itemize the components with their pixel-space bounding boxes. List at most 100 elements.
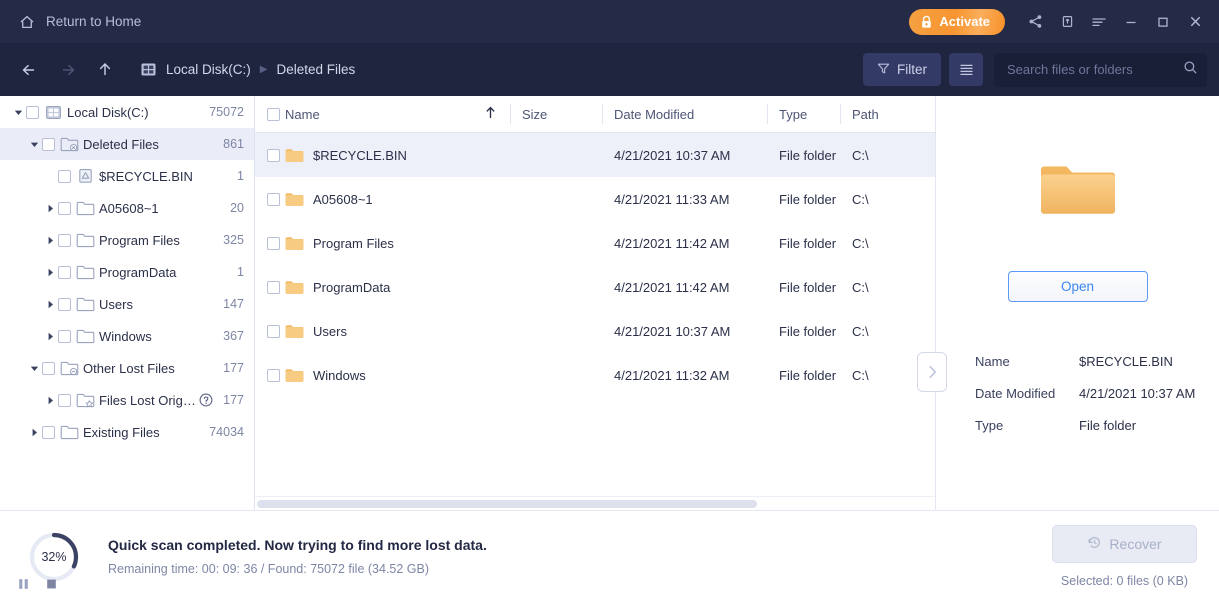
file-date-cell: 4/21/2021 11:32 AM (602, 353, 767, 397)
breadcrumb-item-deleted-files[interactable]: Deleted Files (276, 62, 355, 77)
sidebar-item-checkbox[interactable] (42, 425, 55, 439)
sidebar-item-count: 74034 (209, 425, 244, 439)
twisty-collapsed-icon[interactable] (42, 268, 58, 277)
file-name-cell[interactable]: ProgramData (255, 265, 510, 309)
search-box[interactable] (994, 52, 1207, 87)
column-header-name[interactable]: Name (255, 96, 510, 132)
sidebar-item-windows[interactable]: Windows 367 (0, 320, 254, 352)
menu-icon[interactable] (1083, 0, 1115, 43)
filter-button[interactable]: Filter (863, 53, 941, 86)
file-type-cell: File folder (767, 177, 840, 221)
back-button[interactable] (10, 51, 48, 89)
table-row[interactable]: Users 4/21/2021 10:37 AM File folder C:\ (255, 309, 935, 353)
row-checkbox[interactable] (267, 368, 280, 382)
table-row[interactable]: Program Files 4/21/2021 11:42 AM File fold… (255, 221, 935, 265)
twisty-collapsed-icon[interactable] (26, 428, 42, 437)
sidebar-item-checkbox[interactable] (58, 169, 71, 183)
sidebar-item-checkbox[interactable] (42, 361, 55, 375)
sidebar-item-deleted-files[interactable]: Deleted Files 861 (0, 128, 254, 160)
maximize-icon[interactable] (1147, 0, 1179, 43)
folder-icon (285, 148, 304, 163)
table-row[interactable]: ProgramData 4/21/2021 11:42 AM File folder… (255, 265, 935, 309)
file-name-cell[interactable]: Users (255, 309, 510, 353)
row-checkbox[interactable] (267, 324, 280, 338)
sidebar-item-count: 1 (237, 265, 244, 279)
sidebar-item-checkbox[interactable] (26, 105, 39, 119)
sidebar-item-other-lost-files[interactable]: Other Lost Files 177 (0, 352, 254, 384)
twisty-collapsed-icon[interactable] (42, 332, 58, 341)
sidebar-item-users[interactable]: Users 147 (0, 288, 254, 320)
feedback-icon[interactable] (1051, 0, 1083, 43)
open-button[interactable]: Open (1007, 271, 1148, 302)
sort-ascending-icon[interactable] (485, 106, 496, 122)
help-icon[interactable] (199, 393, 213, 407)
sidebar-item-local-disk-c[interactable]: Local Disk(C:) 75072 (0, 96, 254, 128)
list-view-icon[interactable] (949, 53, 983, 86)
sidebar-item-existing-files[interactable]: Existing Files 74034 (0, 416, 254, 448)
share-icon[interactable] (1019, 0, 1051, 43)
horizontal-scrollbar[interactable] (255, 496, 935, 510)
twisty-expanded-icon[interactable] (26, 364, 42, 373)
file-type-cell: File folder (767, 221, 840, 265)
up-button[interactable] (86, 51, 124, 89)
sidebar-item-checkbox[interactable] (42, 137, 55, 151)
table-row[interactable]: A05608~1 4/21/2021 11:33 AM File folder C:\ (255, 177, 935, 221)
sidebar-item-files-lost-original[interactable]: Files Lost Original ... 177 (0, 384, 254, 416)
file-date-label: 4/21/2021 10:37 AM (614, 323, 731, 339)
twisty-expanded-icon[interactable] (26, 140, 42, 149)
activate-button[interactable]: Activate (909, 8, 1005, 35)
column-header-path[interactable]: Path (840, 96, 910, 132)
twisty-collapsed-icon[interactable] (42, 236, 58, 245)
horizontal-scrollbar-thumb[interactable] (257, 499, 758, 508)
row-checkbox[interactable] (267, 280, 280, 294)
sidebar-item-recycle-bin[interactable]: $RECYCLE.BIN 1 (0, 160, 254, 192)
return-to-home-button[interactable]: Return to Home (0, 0, 155, 43)
sidebar-item-checkbox[interactable] (58, 329, 71, 343)
sidebar-item-checkbox[interactable] (58, 393, 71, 407)
table-row[interactable]: $RECYCLE.BIN 4/21/2021 10:37 AM File folde… (255, 133, 935, 177)
stop-icon[interactable] (46, 577, 57, 595)
column-header-name-label: Name (285, 106, 320, 122)
twisty-collapsed-icon[interactable] (42, 204, 58, 213)
file-date-cell: 4/21/2021 10:37 AM (602, 133, 767, 177)
file-name-cell[interactable]: Program Files (255, 221, 510, 265)
column-header-date-modified[interactable]: Date Modified (602, 96, 767, 132)
file-name-cell[interactable]: $RECYCLE.BIN (255, 133, 510, 177)
breadcrumb-item-disk[interactable]: Local Disk(C:) (166, 62, 251, 77)
file-type-label: File folder (779, 323, 837, 339)
sidebar-item-checkbox[interactable] (58, 233, 71, 247)
recover-button[interactable]: Recover (1052, 525, 1197, 563)
row-checkbox[interactable] (267, 148, 280, 162)
sidebar-item-count: 177 (223, 393, 244, 407)
sidebar-item-checkbox[interactable] (58, 265, 71, 279)
file-name-cell[interactable]: A05608~1 (255, 177, 510, 221)
row-checkbox[interactable] (267, 236, 280, 250)
forward-button[interactable] (48, 51, 86, 89)
twisty-expanded-icon[interactable] (10, 108, 26, 117)
search-input[interactable] (1007, 62, 1183, 77)
sidebar-item-label: Files Lost Original ... (99, 392, 197, 408)
row-checkbox[interactable] (267, 192, 280, 206)
pause-icon[interactable] (18, 577, 29, 595)
twisty-collapsed-icon[interactable] (42, 396, 58, 405)
search-icon[interactable] (1183, 60, 1198, 80)
sidebar-item-programdata[interactable]: ProgramData 1 (0, 256, 254, 288)
table-row[interactable]: Windows 4/21/2021 11:32 AM File folder C:\ (255, 353, 935, 397)
twisty-collapsed-icon[interactable] (42, 300, 58, 309)
column-header-type[interactable]: Type (767, 96, 840, 132)
file-path-label: C:\ (852, 235, 869, 251)
close-icon[interactable] (1179, 0, 1211, 43)
minimize-icon[interactable] (1115, 0, 1147, 43)
sidebar-item-label: Deleted Files (83, 136, 159, 152)
sidebar-item-checkbox[interactable] (58, 201, 71, 215)
file-path-cell: C:\ (840, 309, 910, 353)
sidebar-item-program-files[interactable]: Program Files 325 (0, 224, 254, 256)
star-folder-icon (76, 392, 95, 408)
column-header-size[interactable]: Size (510, 96, 602, 132)
collapse-preview-button[interactable] (917, 352, 947, 392)
sidebar-item-checkbox[interactable] (58, 297, 71, 311)
sidebar-item-a05608-1[interactable]: A05608~1 20 (0, 192, 254, 224)
file-name-cell[interactable]: Windows (255, 353, 510, 397)
sidebar-item-label: ProgramData (99, 264, 177, 280)
select-all-checkbox[interactable] (267, 107, 280, 121)
